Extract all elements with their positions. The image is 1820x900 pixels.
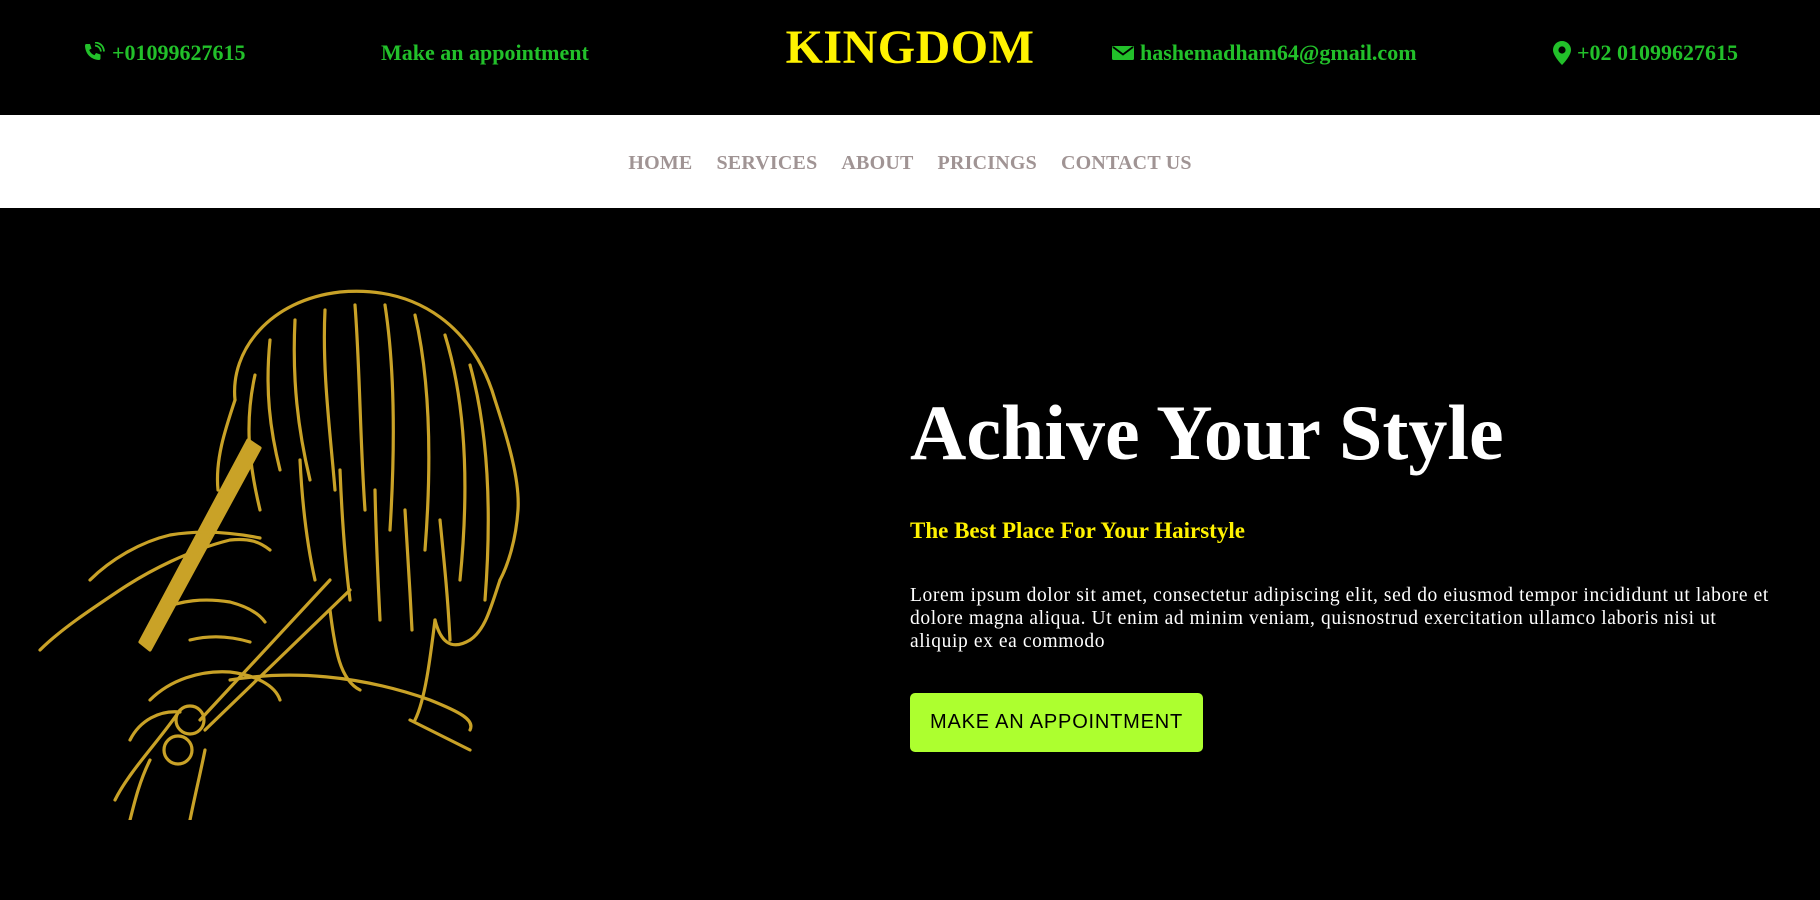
hero-section: Achive Your Style The Best Place For You… — [910, 390, 1780, 752]
make-appointment-button[interactable]: MAKE AN APPOINTMENT — [910, 692, 1204, 752]
email-address: hashemadham64@gmail.com — [1140, 40, 1417, 65]
appointment-link[interactable]: Make an appointment — [381, 0, 589, 106]
nav-item-services[interactable]: SERVICES — [716, 148, 817, 175]
nav-item-contact-us[interactable]: CONTACT US — [1061, 148, 1192, 175]
location-pin-icon — [1553, 41, 1571, 65]
location-link[interactable]: +02 01099627615 — [1553, 0, 1738, 106]
nav-item-pricings[interactable]: PRICINGS — [938, 148, 1037, 175]
nav-item-home[interactable]: HOME — [628, 148, 692, 175]
nav-item-about[interactable]: ABOUT — [841, 148, 913, 175]
email-link[interactable]: hashemadham64@gmail.com — [1112, 0, 1417, 106]
comb — [138, 438, 262, 652]
main-nav: HOME SERVICES ABOUT PRICINGS CONTACT US — [0, 115, 1820, 208]
phone-icon — [85, 42, 105, 60]
brand-logo: KINGDOM — [0, 20, 1820, 75]
hero-description: Lorem ipsum dolor sit amet, consectetur … — [910, 584, 1769, 652]
hero-title: Achive Your Style — [910, 389, 1504, 476]
hero-subtitle: The Best Place For Your Hairstyle — [910, 517, 1245, 543]
envelope-icon — [1112, 46, 1134, 60]
location-phone: +02 01099627615 — [1577, 40, 1739, 65]
phone-link[interactable]: +01099627615 — [82, 0, 246, 106]
phone-number: +01099627615 — [112, 40, 246, 65]
top-bar: +01099627615 Make an appointment KINGDOM… — [0, 0, 1820, 115]
brand-title[interactable]: KINGDOM — [786, 21, 1035, 74]
barber-haircut-illustration — [38, 289, 520, 820]
